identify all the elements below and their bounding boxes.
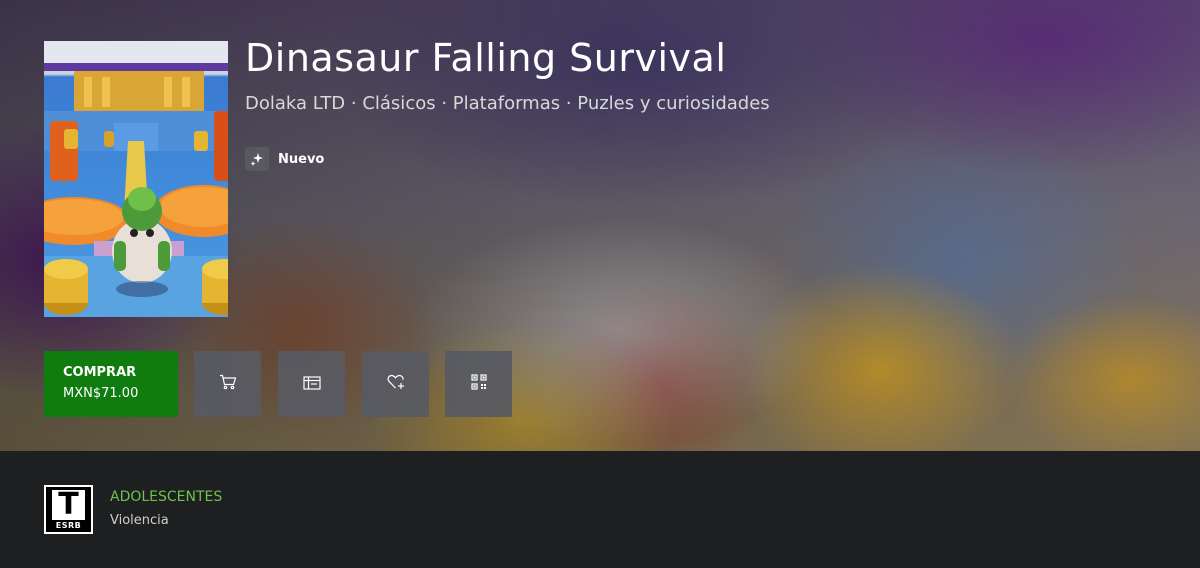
add-to-wishlist-button[interactable]: [362, 351, 429, 417]
new-badge-label: Nuevo: [278, 151, 325, 167]
gift-card-icon: [302, 375, 321, 394]
wishlist-heart-icon: [387, 374, 405, 394]
add-to-cart-button[interactable]: [194, 351, 261, 417]
esrb-rating-icon: T ESRB: [44, 485, 93, 534]
age-rating-bar: [0, 451, 1200, 568]
game-title: Dinasaur Falling Survival: [245, 36, 727, 80]
rating-descriptor: Violencia: [110, 513, 169, 528]
sparkle-icon: [245, 147, 269, 171]
cart-icon: [219, 374, 237, 394]
buy-button-price: MXN$71.00: [63, 386, 139, 401]
publisher-and-genres: Dolaka LTD · Clásicos · Plataformas · Pu…: [245, 93, 770, 114]
buy-button-label: COMPRAR: [63, 365, 137, 380]
esrb-brand: ESRB: [55, 521, 82, 530]
esrb-letter: T: [52, 490, 85, 520]
gift-button[interactable]: [278, 351, 345, 417]
game-box-art: [44, 41, 228, 317]
rating-name: ADOLESCENTES: [110, 489, 223, 505]
new-badge: Nuevo: [245, 146, 324, 172]
buy-button[interactable]: COMPRAR MXN$71.00: [44, 351, 178, 417]
qr-code-icon: [470, 374, 487, 394]
qr-code-button[interactable]: [445, 351, 512, 417]
